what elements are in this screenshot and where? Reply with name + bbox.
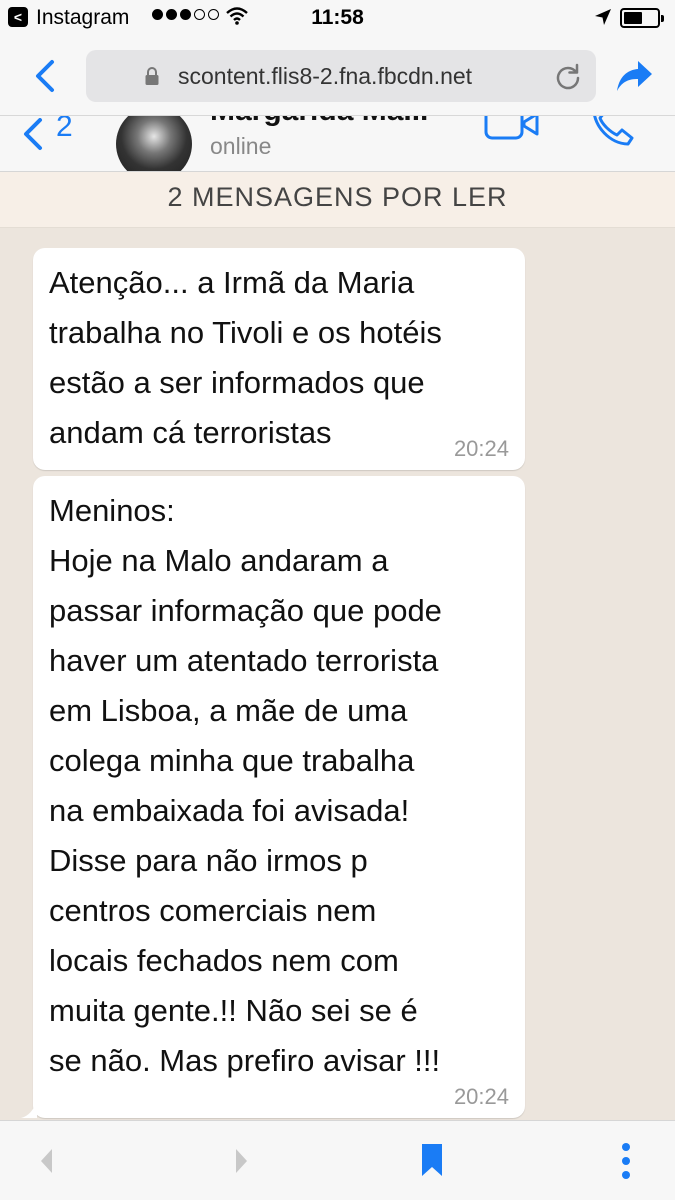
reload-icon[interactable] — [554, 62, 582, 90]
status-bar: < Instagram 11:58 — [0, 0, 675, 36]
lock-icon — [145, 67, 159, 85]
browser-toolbar: scontent.flis8-2.fna.fbcdn.net — [0, 36, 675, 116]
status-time: 11:58 — [311, 6, 364, 29]
address-bar[interactable]: scontent.flis8-2.fna.fbcdn.net — [86, 50, 596, 102]
forward-icon[interactable] — [232, 1147, 250, 1175]
video-call-icon[interactable] — [484, 116, 540, 142]
more-icon[interactable] — [618, 1141, 634, 1181]
battery-icon — [620, 8, 664, 28]
chat-messages[interactable]: Atenção... a Irmã da Maria trabalha no T… — [0, 228, 675, 1120]
avatar[interactable] — [116, 116, 192, 171]
message-text: Meninos: Hoje na Malo andaram a passar i… — [49, 493, 442, 1078]
phone-call-icon[interactable] — [588, 116, 634, 148]
back-chevron-icon[interactable] — [18, 118, 48, 154]
message-time: 20:24 — [453, 436, 509, 461]
bookmark-icon[interactable] — [420, 1143, 444, 1177]
chat-header: 2 Margarida Ma... online — [0, 116, 675, 172]
message-time: 20:24 — [453, 1084, 509, 1109]
message-text: Atenção... a Irmã da Maria trabalha no T… — [49, 265, 442, 450]
share-icon[interactable] — [616, 58, 654, 94]
incoming-message[interactable]: Atenção... a Irmã da Maria trabalha no T… — [33, 248, 525, 470]
bubble-tail-icon — [21, 1102, 37, 1118]
contact-name[interactable]: Margarida Ma... — [210, 116, 428, 128]
browser-bottom-toolbar — [0, 1120, 675, 1200]
back-icon[interactable] — [38, 1147, 56, 1175]
url-text: scontent.flis8-2.fna.fbcdn.net — [178, 63, 473, 89]
unread-messages-banner: 2 MENSAGENS POR LER — [0, 172, 675, 228]
unread-chats-count[interactable]: 2 — [56, 116, 73, 144]
contact-status: online — [210, 133, 272, 159]
incoming-message[interactable]: Meninos: Hoje na Malo andaram a passar i… — [21, 476, 525, 1118]
back-arrow-icon[interactable] — [30, 56, 60, 96]
location-icon — [595, 9, 611, 25]
